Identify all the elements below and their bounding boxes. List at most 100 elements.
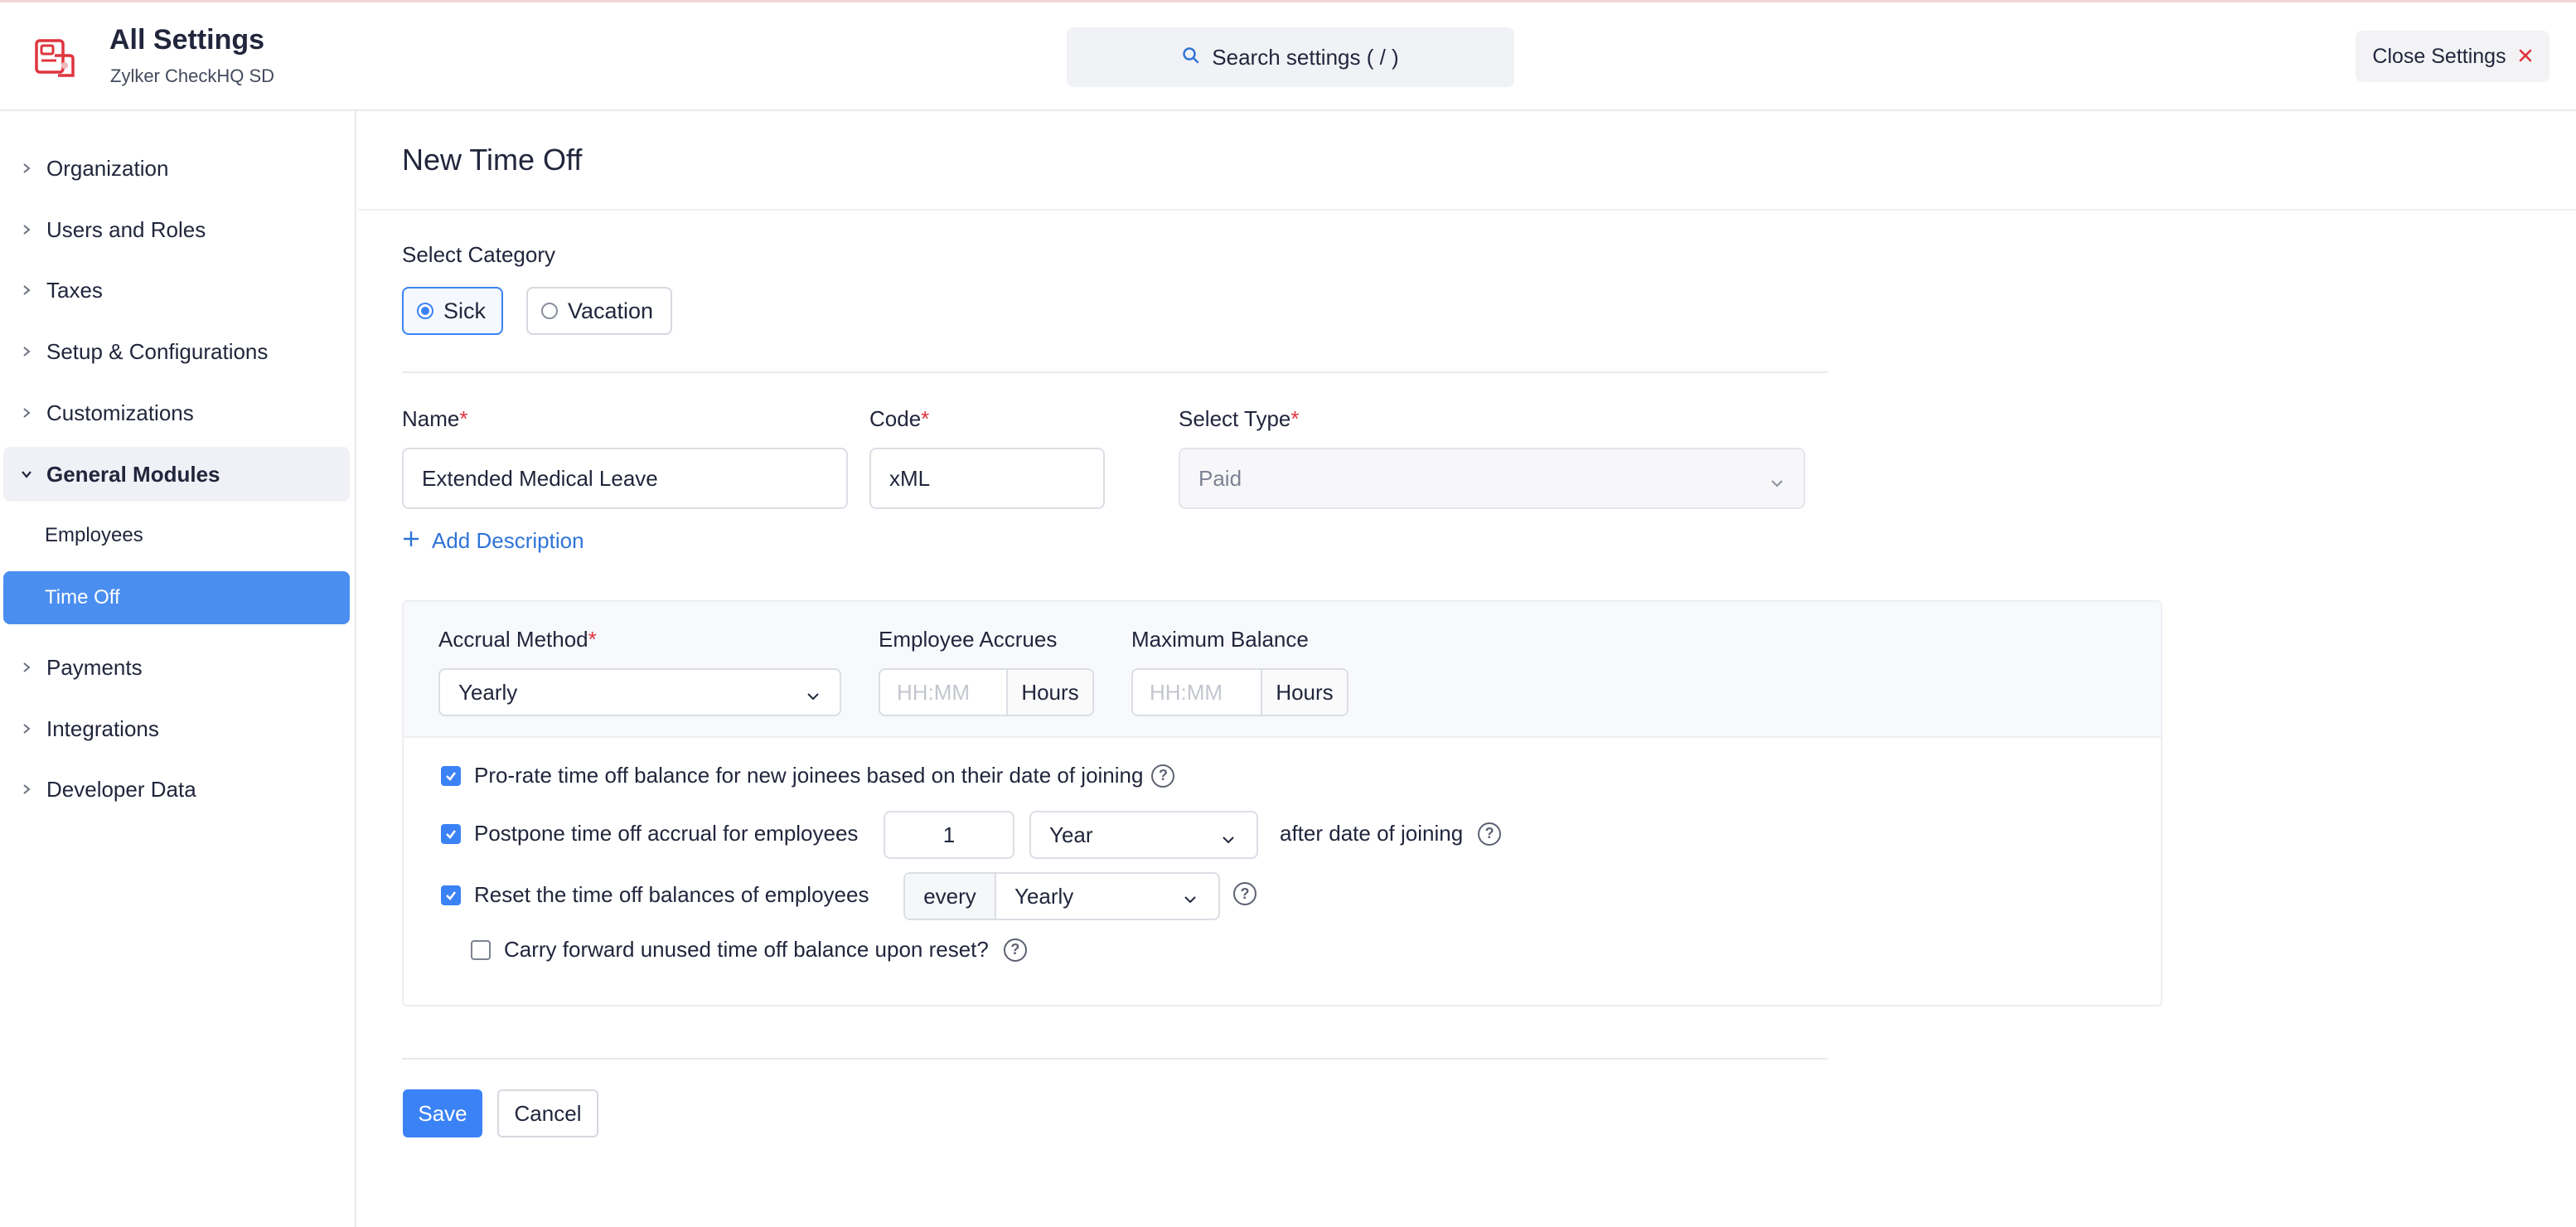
chevron-right-icon xyxy=(18,282,35,298)
reset-option: Reset the time off balances of employees xyxy=(441,882,869,908)
help-icon[interactable]: ? xyxy=(1151,764,1175,788)
postpone-label: Postpone time off accrual for employees xyxy=(474,821,859,846)
prorate-option: Pro-rate time off balance for new joinee… xyxy=(441,763,1175,788)
required-mark: * xyxy=(588,627,597,652)
category-option-label: Vacation xyxy=(568,298,654,323)
chevron-right-icon xyxy=(18,781,35,798)
reset-checkbox[interactable] xyxy=(441,885,461,905)
sidebar-item-payments[interactable]: Payments xyxy=(0,640,350,695)
help-icon[interactable]: ? xyxy=(1233,882,1257,905)
accrual-method-label: Accrual Method* xyxy=(438,627,597,652)
sidebar-subitem-employees[interactable]: Employees xyxy=(3,509,350,562)
close-icon xyxy=(2518,45,2533,69)
employee-accrues-input[interactable]: HH:MM Hours xyxy=(879,668,1094,716)
type-label: Select Type* xyxy=(1179,406,1300,432)
search-icon xyxy=(1182,45,1200,70)
chevron-down-icon xyxy=(1769,472,1785,488)
form-title: New Time Off xyxy=(402,143,583,177)
chevron-down-icon xyxy=(805,685,821,701)
radio-selected-icon xyxy=(417,303,433,319)
type-label-text: Select Type xyxy=(1179,406,1291,431)
sidebar-item-developer-data[interactable]: Developer Data xyxy=(0,762,350,817)
max-balance-placeholder: HH:MM xyxy=(1150,679,1223,705)
accrual-method-label-text: Accrual Method xyxy=(438,627,588,652)
close-settings-label: Close Settings xyxy=(2372,44,2506,68)
type-select[interactable]: Paid xyxy=(1179,448,1805,509)
code-input[interactable]: xML xyxy=(869,448,1105,509)
name-input[interactable]: Extended Medical Leave xyxy=(402,448,848,509)
sidebar-item-label: General Modules xyxy=(46,461,220,487)
postpone-checkbox[interactable] xyxy=(441,823,461,844)
title-divider xyxy=(358,209,2576,211)
sidebar-item-label: Payments xyxy=(46,654,143,680)
category-option-label: Sick xyxy=(443,298,487,323)
required-mark: * xyxy=(1290,406,1300,431)
search-settings-input[interactable]: Search settings ( / ) xyxy=(1067,27,1514,87)
reset-frequency-value-wrap[interactable]: Yearly xyxy=(996,874,1218,919)
employee-accrues-label: Employee Accrues xyxy=(879,627,1058,652)
max-balance-input[interactable]: HH:MM Hours xyxy=(1131,668,1349,716)
postpone-unit-select[interactable]: Year xyxy=(1029,811,1258,859)
settings-header: All Settings Zylker CheckHQ SD Search se… xyxy=(0,0,2576,111)
sidebar-item-users-and-roles[interactable]: Users and Roles xyxy=(0,202,350,257)
postpone-option: Postpone time off accrual for employees xyxy=(441,821,858,846)
add-description-link[interactable]: Add Description xyxy=(402,528,584,554)
close-settings-button[interactable]: Close Settings xyxy=(2356,31,2549,82)
category-option-sick[interactable]: Sick xyxy=(402,287,503,335)
chevron-down-icon xyxy=(1220,828,1237,845)
app-logo-icon xyxy=(33,34,76,79)
chevron-right-icon xyxy=(18,659,35,676)
code-label: Code* xyxy=(869,406,929,432)
sidebar-subitem-time-off[interactable]: Time Off xyxy=(3,571,350,624)
reset-help-row: ? xyxy=(1233,882,1257,905)
chevron-right-icon xyxy=(18,405,35,421)
radio-unselected-icon xyxy=(541,303,558,319)
max-balance-label: Maximum Balance xyxy=(1131,627,1309,652)
carry-forward-label: Carry forward unused time off balance up… xyxy=(504,937,989,962)
chevron-down-icon xyxy=(18,466,35,483)
help-icon[interactable]: ? xyxy=(1478,822,1502,846)
required-mark: * xyxy=(459,406,468,431)
footer-divider xyxy=(402,1058,1828,1060)
organization-name: Zylker CheckHQ SD xyxy=(110,65,275,86)
sidebar-subitem-label: Time Off xyxy=(45,586,120,609)
category-label: Select Category xyxy=(402,242,555,267)
plus-icon xyxy=(402,528,420,554)
sidebar-item-integrations[interactable]: Integrations xyxy=(0,701,350,756)
page-title: All Settings xyxy=(109,24,265,56)
sidebar-item-setup-configurations[interactable]: Setup & Configurations xyxy=(0,324,350,379)
carry-forward-checkbox[interactable] xyxy=(471,939,491,960)
search-placeholder: Search settings ( / ) xyxy=(1212,44,1399,70)
cancel-button[interactable]: Cancel xyxy=(497,1089,598,1137)
add-description-label: Add Description xyxy=(432,528,584,553)
code-label-text: Code xyxy=(869,406,922,431)
sidebar-item-label: Customizations xyxy=(46,400,194,425)
chevron-right-icon xyxy=(18,221,35,238)
max-balance-unit: Hours xyxy=(1261,670,1347,715)
sidebar-item-taxes[interactable]: Taxes xyxy=(0,263,350,318)
sidebar-item-organization[interactable]: Organization xyxy=(0,141,350,196)
sidebar-item-general-modules[interactable]: General Modules xyxy=(3,447,350,502)
category-option-vacation[interactable]: Vacation xyxy=(526,287,672,335)
accrual-method-select[interactable]: Yearly xyxy=(438,668,841,716)
help-icon[interactable]: ? xyxy=(1003,938,1027,962)
type-select-value: Paid xyxy=(1198,465,1242,491)
carry-forward-option: Carry forward unused time off balance up… xyxy=(471,937,1027,963)
postpone-unit-value: Year xyxy=(1049,822,1093,847)
sidebar-item-label: Users and Roles xyxy=(46,216,206,242)
chevron-right-icon xyxy=(18,720,35,737)
reset-frequency-value: Yearly xyxy=(1014,883,1074,909)
postpone-suffix: after date of joining xyxy=(1280,821,1464,846)
sidebar-item-label: Organization xyxy=(46,155,169,181)
reset-frequency-select[interactable]: every Yearly xyxy=(903,872,1220,920)
accrual-method-value: Yearly xyxy=(458,679,518,705)
required-mark: * xyxy=(921,406,930,431)
postpone-quantity-input[interactable]: 1 xyxy=(884,811,1014,859)
reset-label: Reset the time off balances of employees xyxy=(474,882,869,907)
chevron-down-icon xyxy=(1182,888,1198,904)
prorate-checkbox[interactable] xyxy=(441,765,461,786)
save-button[interactable]: Save xyxy=(403,1089,482,1137)
sidebar-item-customizations[interactable]: Customizations xyxy=(0,386,350,440)
sidebar-item-label: Taxes xyxy=(46,277,103,303)
sidebar-item-label: Integrations xyxy=(46,715,159,741)
